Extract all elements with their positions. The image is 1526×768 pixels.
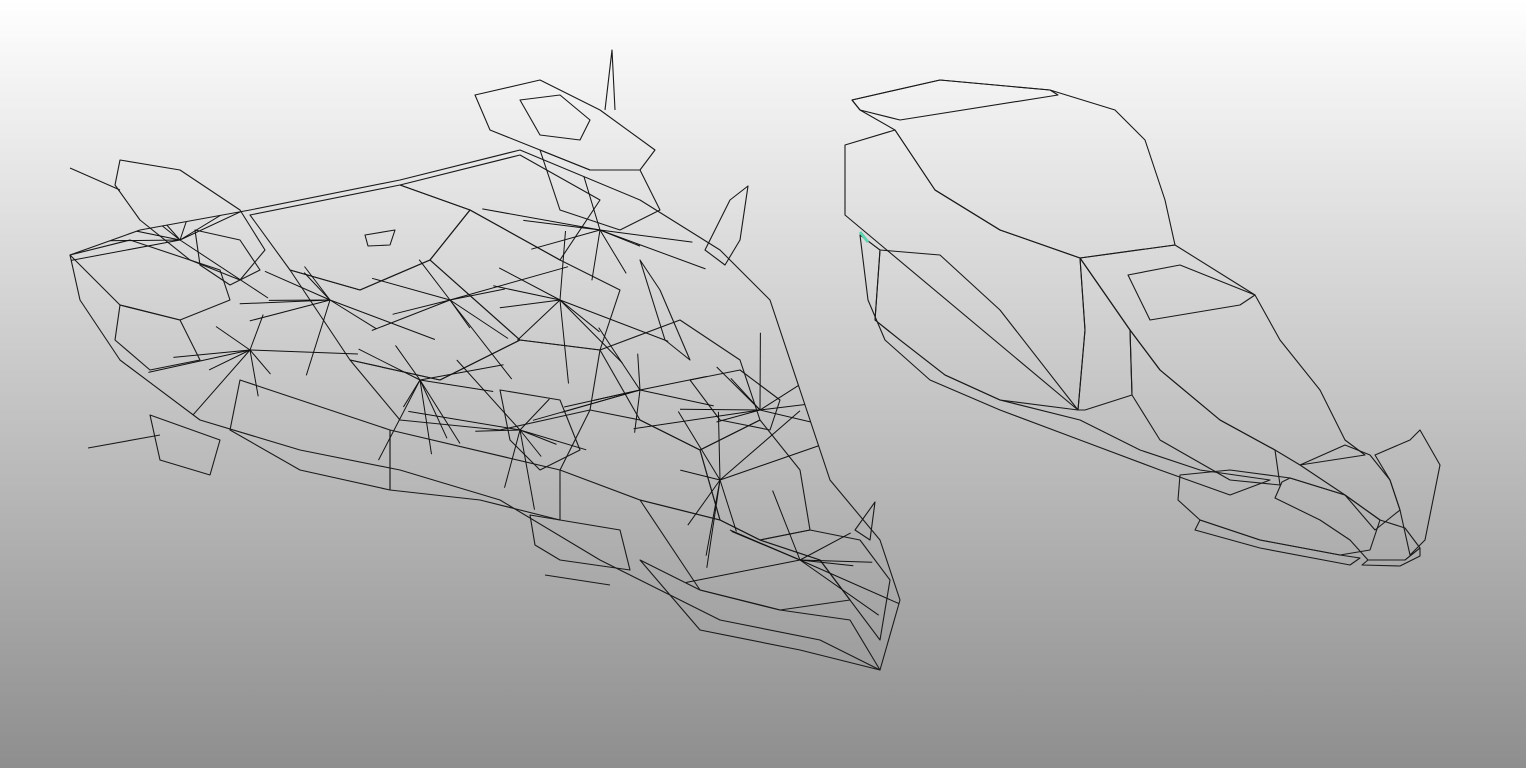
hull-mesh-face xyxy=(851,79,1059,121)
hull-mesh-face xyxy=(1077,257,1133,411)
hull-mesh-face xyxy=(859,234,1271,496)
hull-mesh-face xyxy=(1194,519,1361,566)
hull-mesh-face xyxy=(1129,329,1281,486)
hull-mesh-face xyxy=(874,249,1079,411)
hull-mesh-face xyxy=(1374,429,1441,556)
hull-mesh-face xyxy=(851,79,1176,259)
hull-mesh-face xyxy=(1079,244,1366,466)
hull-mesh-face xyxy=(1127,264,1256,321)
hull-selected-face xyxy=(1361,547,1421,567)
hull-selected-face xyxy=(1274,477,1421,561)
3d-viewport[interactable] xyxy=(0,0,1526,768)
hull-mesh-face xyxy=(1177,469,1381,556)
collision-hull-model[interactable] xyxy=(0,0,1526,768)
hull-mesh-face xyxy=(844,129,1086,411)
